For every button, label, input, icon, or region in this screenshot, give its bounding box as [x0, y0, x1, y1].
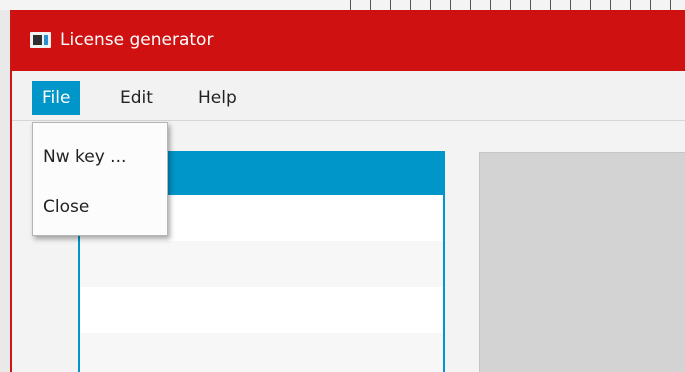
list-row[interactable] — [80, 333, 443, 372]
menu-help[interactable]: Help — [188, 81, 247, 115]
title-bar[interactable]: License generator — [12, 10, 685, 71]
screen: License generator File Edit Help Nw key … — [0, 0, 685, 372]
detail-panel — [479, 152, 685, 372]
list-row[interactable] — [80, 287, 443, 333]
menu-edit[interactable]: Edit — [110, 81, 163, 115]
window-title: License generator — [60, 30, 214, 50]
list-row[interactable] — [80, 241, 443, 287]
desktop-background — [0, 0, 685, 10]
menu-bar: File Edit Help — [12, 71, 685, 121]
menu-file[interactable]: File — [32, 81, 81, 115]
file-menu-dropdown: Nw key ... Close — [32, 122, 168, 236]
app-icon-pane — [33, 35, 42, 45]
menu-item-close[interactable]: Close — [33, 187, 167, 227]
menu-item-new-key[interactable]: Nw key ... — [33, 137, 167, 177]
application-window-icon — [30, 32, 51, 48]
desktop-ruler — [350, 0, 685, 10]
app-icon-bar — [44, 35, 48, 45]
